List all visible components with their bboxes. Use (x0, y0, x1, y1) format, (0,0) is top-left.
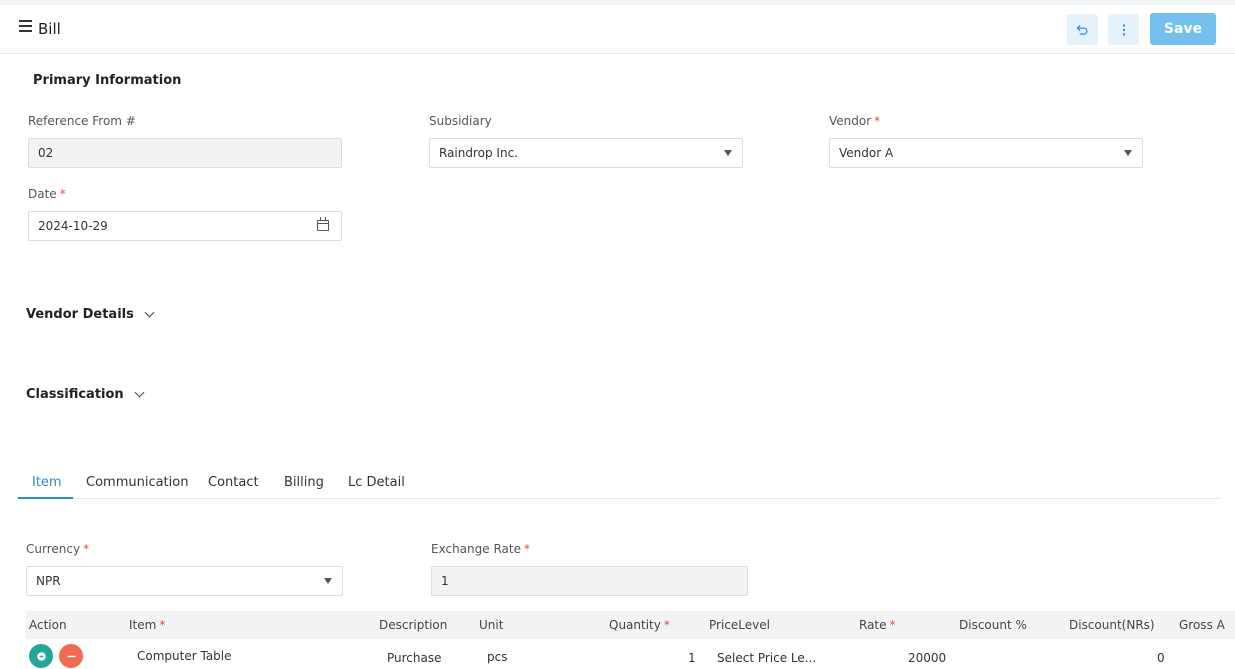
column-price-level: PriceLevel (709, 618, 770, 632)
dropdown-caret-icon (1124, 150, 1132, 156)
column-unit: Unit (479, 618, 504, 632)
column-discount-pct: Discount % (959, 618, 1027, 632)
tab-item[interactable]: Item (32, 475, 62, 490)
date-label: Date * (28, 187, 66, 201)
classification-toggle[interactable]: Classification (26, 387, 145, 402)
row-unit[interactable]: pcs (487, 650, 507, 664)
tab-billing[interactable]: Billing (284, 475, 324, 490)
column-gross: Gross A (1179, 618, 1225, 632)
row-quantity[interactable]: 1 (688, 651, 696, 665)
column-item: Item * (129, 618, 166, 632)
tab-bar: Item Communication Contact Billing Lc De… (18, 466, 1220, 499)
chevron-down-icon (144, 307, 155, 318)
row-discount-nrs[interactable]: 0 (1157, 651, 1165, 665)
row-description[interactable]: Purchase (387, 651, 442, 665)
chevron-down-icon (134, 387, 145, 398)
column-description: Description (379, 618, 448, 632)
remove-icon (67, 655, 75, 657)
column-rate: Rate * (859, 618, 896, 632)
active-tab-indicator (18, 497, 73, 499)
reference-label: Reference From # (28, 114, 136, 128)
remove-row-button[interactable] (59, 644, 83, 668)
dropdown-caret-icon (324, 578, 332, 584)
exchange-rate-field[interactable]: 1 (431, 566, 748, 596)
subsidiary-select[interactable]: Raindrop Inc. (429, 138, 743, 168)
dropdown-caret-icon (724, 150, 732, 156)
vendor-details-toggle[interactable]: Vendor Details (26, 307, 155, 322)
vendor-label: Vendor * (829, 114, 881, 128)
column-action: Action (29, 618, 67, 632)
date-field[interactable]: 2024-10-29 (28, 211, 342, 241)
currency-select[interactable]: NPR (26, 566, 343, 596)
column-discount-nrs: Discount(NRs) (1069, 618, 1155, 632)
add-row-button[interactable] (29, 644, 53, 668)
reference-field[interactable]: 02 (28, 138, 342, 168)
hamburger-icon[interactable] (19, 20, 32, 32)
row-rate[interactable]: 20000 (908, 651, 946, 665)
tab-contact[interactable]: Contact (208, 475, 259, 490)
add-icon (36, 651, 46, 661)
tab-communication[interactable]: Communication (86, 475, 188, 490)
vendor-select[interactable]: Vendor A (829, 138, 1143, 168)
save-button[interactable]: Save (1150, 13, 1216, 45)
more-options-button[interactable] (1108, 14, 1139, 45)
calendar-icon[interactable] (317, 217, 329, 231)
tab-lc-detail[interactable]: Lc Detail (348, 475, 405, 490)
items-table-header: Action Item * Description Unit Quantity * … (26, 611, 1235, 639)
exchange-rate-label: Exchange Rate * (431, 542, 530, 556)
row-item[interactable]: Computer Table (137, 649, 232, 663)
page-header: Bill Save (0, 5, 1235, 54)
undo-icon (1076, 25, 1088, 35)
subsidiary-label: Subsidiary (429, 114, 492, 128)
page-title: Bill (38, 20, 61, 38)
currency-label: Currency * (26, 542, 90, 556)
more-vertical-icon (1122, 23, 1125, 36)
undo-button[interactable] (1067, 14, 1098, 45)
row-price-level[interactable]: Select Price Le... (717, 651, 816, 665)
primary-information-title: Primary Information (33, 73, 182, 88)
column-quantity: Quantity * (609, 618, 670, 632)
